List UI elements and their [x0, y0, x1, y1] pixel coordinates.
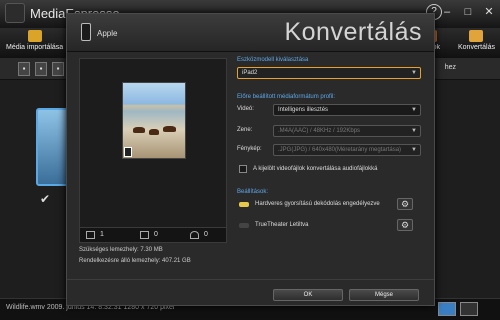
device-name: Apple	[97, 29, 118, 38]
audio-profile-select[interactable]: .M4A(AAC) / 48KHz / 192Kbps ▼	[273, 125, 421, 137]
chevron-down-icon: ▼	[411, 128, 417, 134]
truetheater-settings-gear-icon[interactable]: ⚙	[397, 219, 413, 231]
grid-view-icon[interactable]	[438, 302, 456, 316]
import-icon	[27, 30, 42, 42]
video-profile-select[interactable]: Intelligens illesztés ▼	[273, 104, 421, 116]
audio-label: Zene:	[237, 127, 253, 133]
truetheater-toggle[interactable]	[239, 223, 249, 228]
media-thumbnail[interactable]	[36, 108, 70, 186]
minimize-button[interactable]: –	[438, 4, 456, 20]
thumbnail-check-icon[interactable]: ✔	[40, 192, 50, 206]
cancel-button[interactable]: Mégse	[349, 289, 419, 301]
convert-dialog: Apple Konvertálás 1 0 0 Szükséges lemezh…	[66, 13, 435, 306]
video-count: 1	[100, 231, 104, 238]
chevron-down-icon: ▼	[411, 147, 417, 153]
chevron-down-icon: ▼	[411, 107, 417, 113]
profiles-label: Előre beállított médiaformátum profil:	[237, 94, 336, 100]
import-media-button[interactable]: Média importálása	[6, 30, 63, 51]
convert-icon	[469, 30, 484, 42]
settings-section-label: Beállítások:	[237, 189, 269, 195]
dialog-header: Apple Konvertálás	[67, 14, 434, 52]
device-model-select[interactable]: iPad2 ▼	[237, 67, 421, 79]
convert-label: Konvertálás	[458, 44, 495, 51]
space-available: Rendelkezésre álló lemezhely: 407.21 GB	[79, 258, 191, 264]
view-image-icon[interactable]: ▪	[35, 62, 47, 76]
import-media-label: Média importálása	[6, 44, 64, 51]
hw-settings-gear-icon[interactable]: ⚙	[397, 198, 413, 210]
photo-profile-select[interactable]: .JPG(JPG) / 640x480(Méretarány megtartás…	[273, 144, 421, 156]
media-counts-bar: 1 0 0	[79, 227, 227, 243]
ok-button[interactable]: OK	[273, 289, 343, 301]
footer-divider	[67, 279, 434, 280]
horse-shape	[149, 129, 159, 135]
device-model-label: Eszközmodell kiválasztása	[237, 57, 309, 63]
image-count: 0	[154, 231, 158, 238]
video-label: Videó:	[237, 106, 254, 112]
horse-shape	[133, 127, 145, 133]
preview-panel	[79, 58, 227, 243]
view-video-icon[interactable]: ▪	[18, 62, 30, 76]
list-view-icon[interactable]	[460, 302, 478, 316]
close-button[interactable]: ✕	[480, 4, 498, 20]
device-model-value: iPad2	[242, 70, 258, 76]
photo-label: Fénykép:	[237, 146, 262, 152]
audio-extract-label: A kijelölt videofájlok konvertálása audi…	[253, 166, 378, 172]
space-required: Szükséges lemezhely: 7.30 MB	[79, 247, 163, 253]
hw-decoding-toggle[interactable]	[239, 202, 249, 207]
ipod-device-icon	[81, 23, 91, 41]
hw-decoding-label: Hardveres gyorsítású dekódolás engedélye…	[255, 201, 380, 207]
window-controls: – □ ✕	[438, 4, 498, 20]
audio-count: 0	[204, 231, 208, 238]
audio-profile-value: .M4A(AAC) / 48KHz / 192Kbps	[278, 128, 361, 134]
view-audio-icon[interactable]: ▪	[52, 62, 64, 76]
photo-profile-value: .JPG(JPG) / 640x480(Méretarány megtartás…	[278, 147, 402, 153]
side-panel-text: hez	[444, 64, 456, 71]
video-profile-value: Intelligens illesztés	[278, 107, 329, 113]
audio-count-icon	[190, 231, 199, 239]
video-badge-icon	[124, 147, 132, 157]
video-count-icon	[86, 231, 95, 239]
app-logo-icon	[5, 3, 25, 23]
dialog-title: Konvertálás	[284, 18, 422, 46]
image-count-icon	[140, 231, 149, 239]
chevron-down-icon: ▼	[411, 70, 417, 76]
convert-button[interactable]: Konvertálás	[458, 30, 495, 51]
maximize-button[interactable]: □	[459, 4, 477, 20]
truetheater-label: TrueTheater Letiltva	[255, 222, 309, 228]
horse-shape	[163, 126, 176, 132]
audio-extract-checkbox[interactable]	[239, 165, 247, 173]
